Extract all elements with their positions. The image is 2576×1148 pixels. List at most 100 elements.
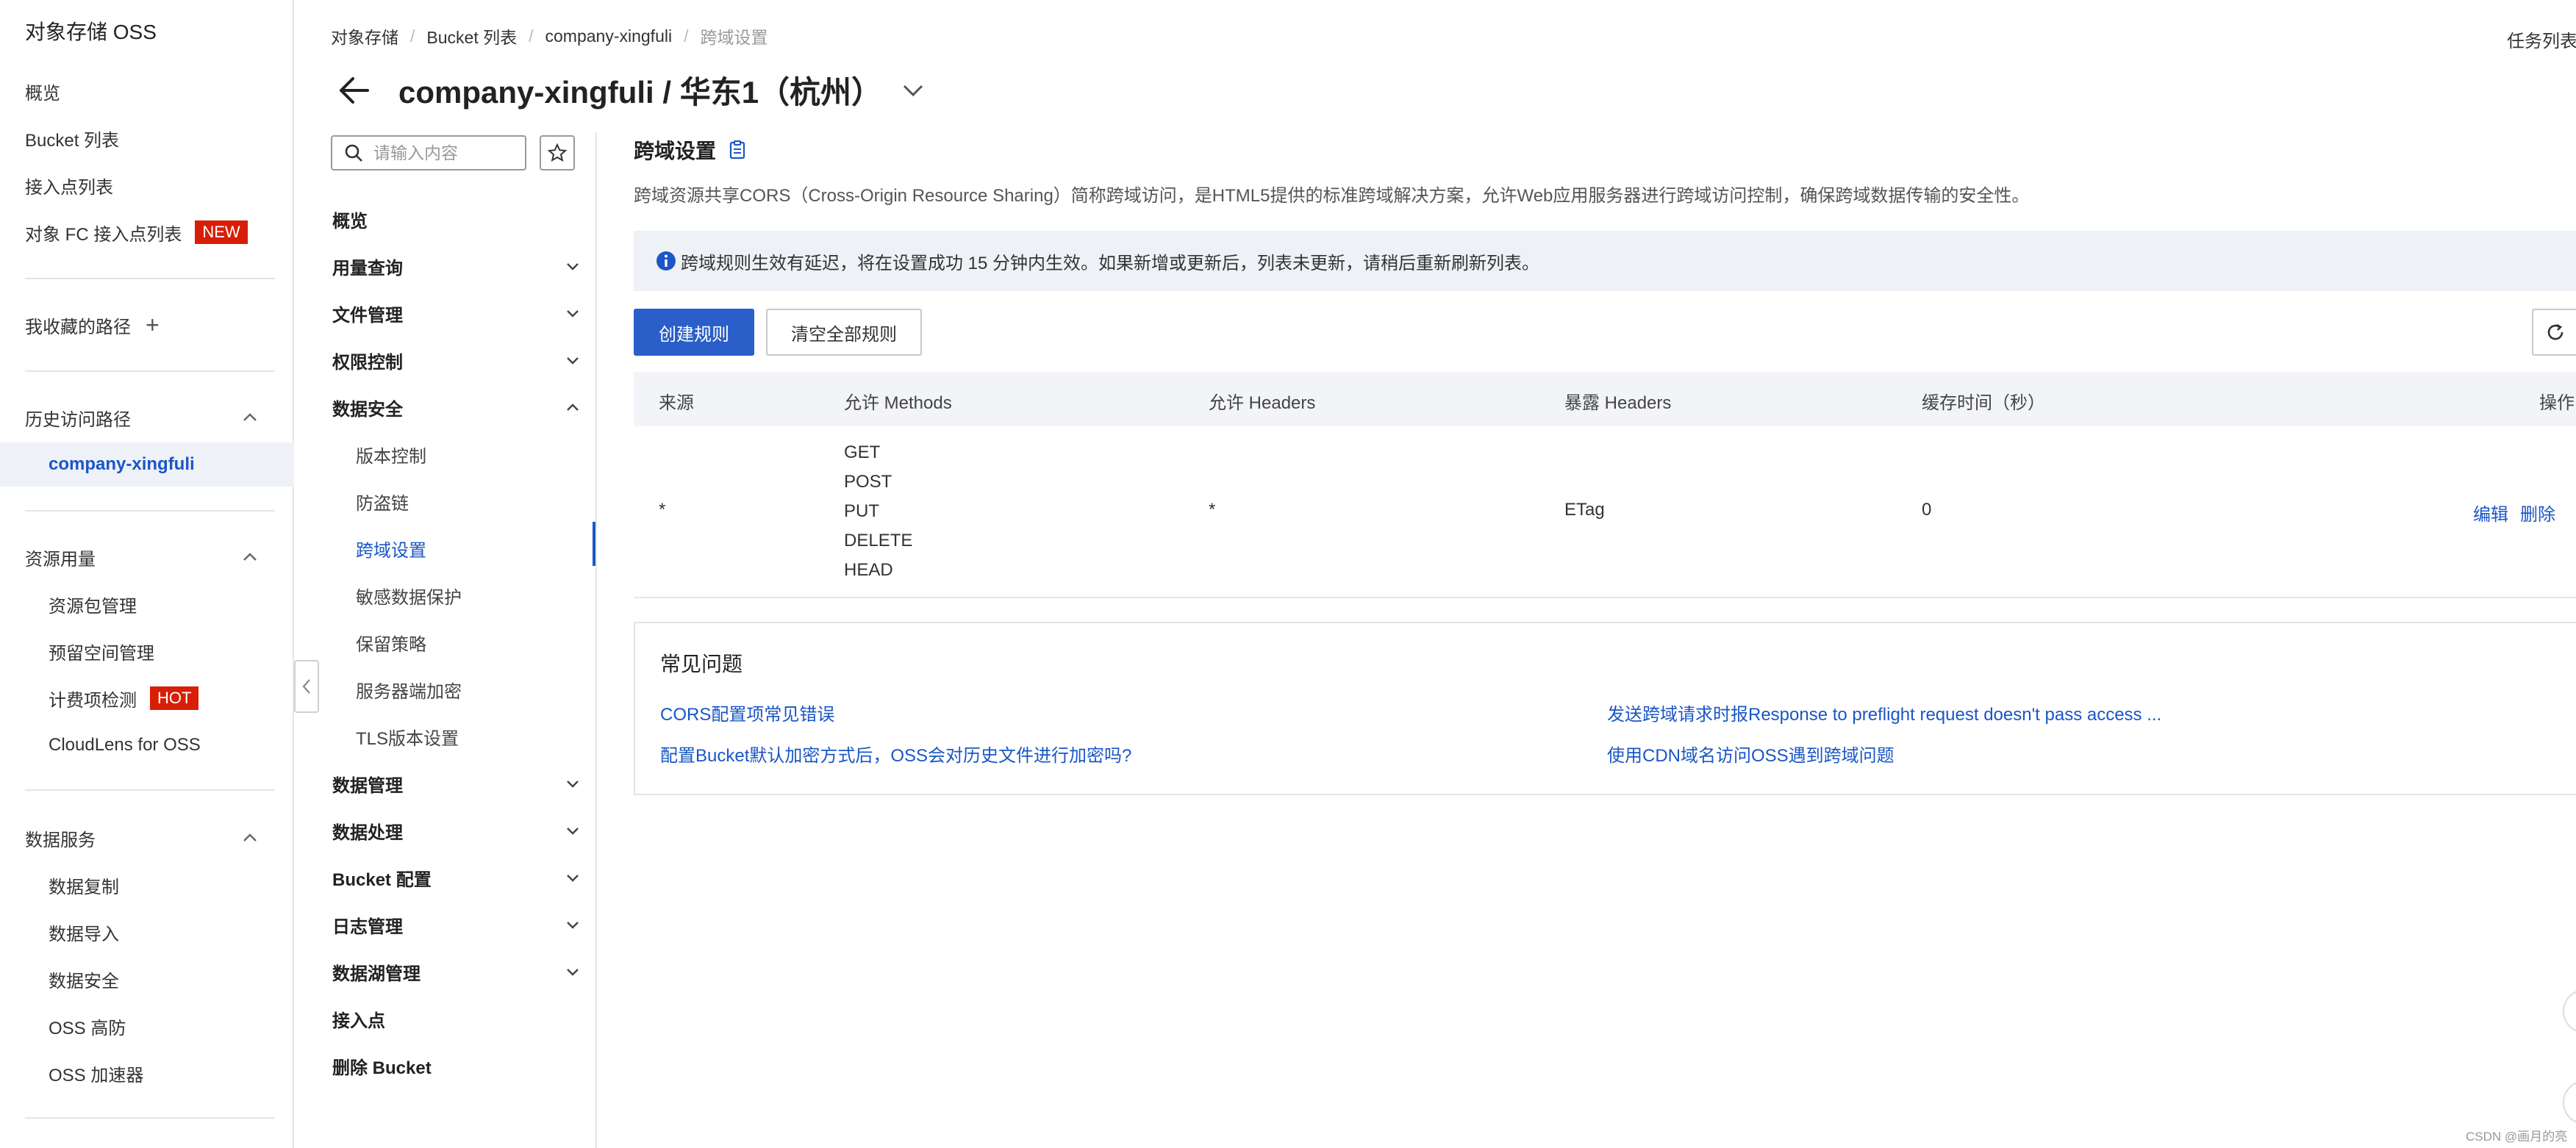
sidebar-item-oss-anti-ddos[interactable]: OSS 高防 <box>49 1011 126 1041</box>
nav-item-bucket-config[interactable]: Bucket 配置 <box>332 863 432 892</box>
floating-feedback-button[interactable] <box>2563 1080 2576 1124</box>
bucket-nav: 概览 用量查询 文件管理 权限控制 数据安全 版本控制 防盗链 跨域设置 敏感数… <box>296 132 597 1148</box>
product-title: 对象存储 OSS <box>25 21 157 43</box>
sidebar-item-data-import[interactable]: 数据导入 <box>49 917 119 947</box>
method-item: HEAD <box>844 560 893 580</box>
document-icon[interactable] <box>729 140 745 159</box>
sidebar-item-access-points[interactable]: 接入点列表 <box>25 171 113 200</box>
nav-item-delete-bucket[interactable]: 删除 Bucket <box>332 1051 432 1080</box>
collapse-sidebar-button[interactable] <box>294 660 319 713</box>
sidebar-item-oss-accelerator[interactable]: OSS 加速器 <box>49 1058 143 1088</box>
divider <box>25 789 275 791</box>
star-icon <box>547 143 568 162</box>
nav-item-access-control[interactable]: 权限控制 <box>332 345 403 375</box>
sidebar-item-bucket-list[interactable]: Bucket 列表 <box>25 123 119 153</box>
create-rule-button[interactable]: 创建规则 <box>634 309 754 356</box>
section-description: 跨域资源共享CORS（Cross-Origin Resource Sharing… <box>634 186 2030 206</box>
nav-item-hotlink-protection[interactable]: 防盗链 <box>356 487 409 516</box>
nav-item-overview[interactable]: 概览 <box>332 204 368 234</box>
nav-item-retention[interactable]: 保留策略 <box>356 628 426 657</box>
cell-max-age: 0 <box>1922 500 1932 520</box>
breadcrumb-item[interactable]: 对象存储 <box>331 24 398 49</box>
nav-item-versioning[interactable]: 版本控制 <box>356 440 426 469</box>
breadcrumb-separator: / <box>410 26 415 46</box>
breadcrumb-item[interactable]: Bucket 列表 <box>426 24 517 49</box>
sidebar-item-cloudlens[interactable]: CloudLens for OSS <box>49 731 201 760</box>
sidebar-item-reserved-space[interactable]: 预留空间管理 <box>49 636 154 666</box>
sidebar-item-company-xingfuli[interactable]: company-xingfuli <box>49 450 195 479</box>
chevron-down-icon[interactable] <box>563 304 582 323</box>
chevron-down-icon[interactable] <box>563 256 582 276</box>
chevron-down-icon[interactable] <box>563 351 582 370</box>
breadcrumb-item[interactable]: company-xingfuli <box>545 26 673 46</box>
nav-item-log-management[interactable]: 日志管理 <box>332 910 403 939</box>
sidebar-item-billing-detection[interactable]: 计费项检测 HOT <box>49 684 199 713</box>
method-item: GET <box>844 442 881 462</box>
chevron-down-icon[interactable] <box>563 821 582 840</box>
page-title: company-xingfuli / 华东1（杭州） <box>398 75 883 110</box>
floating-help-button[interactable] <box>2563 989 2576 1033</box>
refresh-icon <box>2547 323 2564 340</box>
faq-link[interactable]: 发送跨域请求时报Response to preflight request do… <box>1607 700 2161 725</box>
faq-link[interactable]: 使用CDN域名访问OSS遇到跨域问题 <box>1607 741 1895 767</box>
breadcrumb-separator: / <box>529 26 534 46</box>
column-header-allow-headers: 允许 Headers <box>1209 393 1316 413</box>
sidebar-item-data-replication[interactable]: 数据复制 <box>49 870 119 900</box>
nav-item-data-processing[interactable]: 数据处理 <box>332 816 403 845</box>
nav-item-server-encryption[interactable]: 服务器端加密 <box>356 675 462 704</box>
nav-search[interactable] <box>331 135 526 171</box>
nav-item-usage[interactable]: 用量查询 <box>332 251 403 281</box>
back-arrow-icon[interactable] <box>335 71 373 110</box>
clear-all-rules-button[interactable]: 清空全部规则 <box>766 309 922 356</box>
delete-link[interactable]: 删除 <box>2520 500 2555 525</box>
column-header-max-age: 缓存时间（秒） <box>1922 393 2045 413</box>
chevron-down-icon[interactable] <box>563 962 582 981</box>
sidebar-item-label: 对象 FC 接入点列表 <box>25 224 182 245</box>
add-favorite-icon[interactable]: + <box>146 313 160 337</box>
sidebar-item-resource-packs[interactable]: 资源包管理 <box>49 589 137 619</box>
chevron-down-icon[interactable] <box>900 77 926 104</box>
sidebar-item-label: 计费项检测 <box>49 690 137 711</box>
sidebar-group-history[interactable]: 历史访问路径 <box>25 403 131 432</box>
sidebar-item-fc-access-points[interactable]: 对象 FC 接入点列表 NEW <box>25 218 248 247</box>
nav-item-access-point[interactable]: 接入点 <box>332 1004 385 1033</box>
sidebar-group-data-services[interactable]: 数据服务 <box>25 823 96 853</box>
column-header-actions: 操作 <box>2539 393 2575 413</box>
chevron-up-icon[interactable] <box>240 828 260 848</box>
faq-panel: 常见问题 CORS配置项常见错误 发送跨域请求时报Response to pre… <box>634 622 2576 795</box>
sidebar-item-data-security[interactable]: 数据安全 <box>49 964 119 994</box>
nav-search-input[interactable] <box>373 143 513 163</box>
divider <box>25 1117 275 1119</box>
method-item: PUT <box>844 501 879 521</box>
nav-item-data-security[interactable]: 数据安全 <box>332 392 403 422</box>
edit-link[interactable]: 编辑 <box>2473 500 2508 525</box>
nav-item-tls-version[interactable]: TLS版本设置 <box>356 722 459 751</box>
divider <box>25 278 275 279</box>
nav-item-file-management[interactable]: 文件管理 <box>332 298 403 328</box>
chevron-down-icon[interactable] <box>563 868 582 887</box>
nav-item-data-lake[interactable]: 数据湖管理 <box>332 957 421 986</box>
watermark: CSDN @画月的亮 <box>2466 1130 2568 1144</box>
nav-item-cors[interactable]: 跨域设置 <box>356 534 426 563</box>
sidebar-group-resources[interactable]: 资源用量 <box>25 542 96 572</box>
nav-item-data-management[interactable]: 数据管理 <box>332 769 403 798</box>
nav-item-sensitive-data[interactable]: 敏感数据保护 <box>356 581 462 610</box>
faq-link[interactable]: CORS配置项常见错误 <box>660 700 834 725</box>
divider <box>25 510 275 512</box>
divider <box>25 370 275 372</box>
chevron-up-icon[interactable] <box>240 547 260 567</box>
chevron-up-icon[interactable] <box>240 407 260 428</box>
chevron-down-icon[interactable] <box>563 915 582 934</box>
chevron-up-icon[interactable] <box>563 398 582 417</box>
faq-link[interactable]: 配置Bucket默认加密方式后，OSS会对历史文件进行加密吗? <box>660 741 1131 767</box>
breadcrumb-separator: / <box>684 26 689 46</box>
task-list-link[interactable]: 任务列表 <box>2507 26 2576 52</box>
sidebar-favorites[interactable]: 我收藏的路径 + <box>25 310 160 340</box>
sidebar-item-overview[interactable]: 概览 <box>25 76 60 106</box>
favorite-button[interactable] <box>540 135 575 171</box>
chevron-down-icon[interactable] <box>563 774 582 793</box>
breadcrumb: 对象存储 / Bucket 列表 / company-xingfuli / 跨域… <box>331 24 768 49</box>
product-sidebar: 对象存储 OSS 概览 Bucket 列表 接入点列表 对象 FC 接入点列表 … <box>0 0 294 1148</box>
faq-title: 常见问题 <box>660 653 743 675</box>
refresh-button[interactable] <box>2532 309 2576 356</box>
